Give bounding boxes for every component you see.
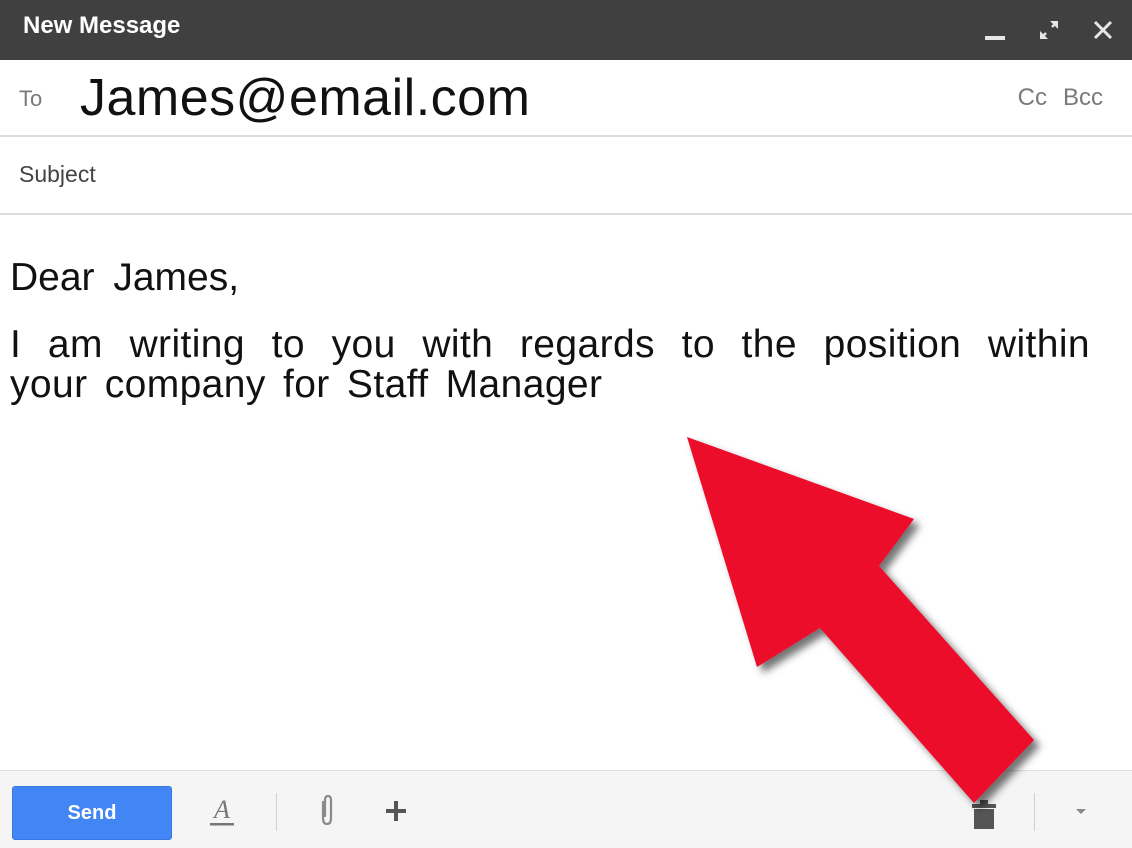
plus-icon[interactable] <box>378 791 414 831</box>
toolbar-divider <box>1034 793 1035 831</box>
to-input[interactable]: James@email.com <box>80 68 530 128</box>
bcc-link[interactable]: Bcc <box>1063 84 1103 112</box>
cc-link[interactable]: Cc <box>1018 84 1047 112</box>
cc-bcc-links: Cc Bcc <box>1018 84 1103 112</box>
trash-icon[interactable] <box>966 791 1002 835</box>
compose-window: New Message To James@email.com Cc Bcc Su… <box>0 0 1132 848</box>
window-controls <box>982 10 1116 50</box>
minimize-icon[interactable] <box>982 15 1008 45</box>
body-paragraph: I am writing to you with regards to the … <box>10 323 1090 406</box>
text-format-icon[interactable]: A <box>204 791 240 831</box>
toolbar-divider <box>276 793 277 831</box>
paperclip-icon[interactable] <box>312 791 342 831</box>
format-glyph: A <box>212 795 230 824</box>
expand-icon[interactable] <box>1036 15 1062 45</box>
close-icon[interactable] <box>1090 15 1116 45</box>
body-greeting: Dear James, <box>10 256 240 299</box>
subject-input[interactable]: Subject <box>19 161 96 188</box>
message-body[interactable]: Dear James, I am writing to you with reg… <box>10 258 1090 405</box>
send-button[interactable]: Send <box>12 786 172 840</box>
to-field-row[interactable]: To James@email.com Cc Bcc <box>0 60 1132 137</box>
chevron-down-icon[interactable] <box>1066 795 1096 827</box>
compose-titlebar[interactable]: New Message <box>0 0 1132 60</box>
to-label: To <box>19 86 43 111</box>
compose-title: New Message <box>23 12 181 39</box>
compose-toolbar: Send A <box>0 770 1132 848</box>
subject-field-row[interactable]: Subject <box>0 137 1132 215</box>
